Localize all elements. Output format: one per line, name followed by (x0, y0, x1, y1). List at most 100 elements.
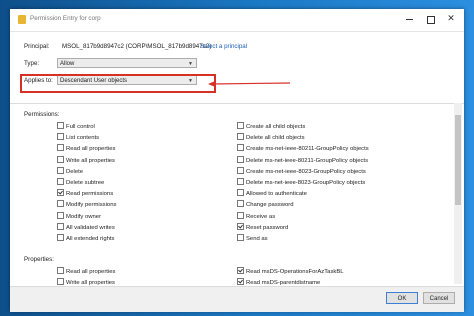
permission-left-item[interactable]: Delete subtree (57, 178, 104, 186)
permission-left-item[interactable]: Modify permissions (57, 200, 116, 208)
permission-left-label: Read permissions (66, 191, 114, 198)
permission-left-item[interactable]: Full control (57, 122, 95, 130)
permission-left-item[interactable]: Delete (57, 166, 84, 175)
permission-left-item[interactable]: Read all properties (57, 144, 115, 152)
permission-left-label: Delete subtree (66, 180, 105, 186)
permission-left-label: All extended rights (66, 236, 115, 242)
permission-right-label: Allowed to authenticate (246, 191, 307, 198)
property-right-label: Read msDS-parentdistname (246, 280, 321, 285)
permission-right-item[interactable]: Create ms-net-ieee-80211-GroupPolicy obj… (237, 144, 369, 152)
permission-right-label: Delete all child objects (246, 135, 305, 142)
permissions-heading: Permissions: (24, 111, 60, 118)
permission-right-label: Delete ms-net-ieee-8023-GroupPolicy obje… (246, 180, 366, 186)
permission-left-checkbox[interactable] (57, 211, 64, 219)
permission-right-item[interactable]: Delete ms-net-ieee-8023-GroupPolicy obje… (237, 178, 365, 186)
property-left-checkbox[interactable] (57, 267, 64, 274)
permission-right-checkbox[interactable] (237, 178, 244, 185)
permission-right-label: Create ms-net-ieee-8023-GroupPolicy obje… (246, 168, 366, 175)
permission-right-checkbox[interactable] (237, 234, 244, 241)
permissions-panel: Permissions: Properties: Full control Lis… (10, 103, 464, 285)
permission-left-checkbox[interactable] (57, 155, 64, 163)
scrollbar-thumb[interactable] (455, 115, 461, 205)
permission-left-item[interactable]: Read permissions (57, 189, 113, 197)
permission-right-label: Delete ms-net-ieee-80211-GroupPolicy obj… (246, 157, 369, 164)
permission-right-item[interactable]: Create all child objects (237, 122, 305, 130)
property-left-label: Write all properties (66, 280, 115, 285)
property-right-label: Read msDS-OperationsForAzTaskBL (246, 269, 344, 275)
permission-right-checkbox[interactable] (237, 122, 244, 129)
permission-left-item[interactable]: Modify owner (57, 211, 102, 220)
permission-left-label: Read all properties (66, 146, 116, 153)
permission-right-label: Receive as (246, 213, 276, 220)
property-right-checkbox[interactable] (237, 267, 244, 274)
permission-right-checkbox[interactable] (237, 166, 244, 174)
permission-left-label: Write all properties (66, 157, 115, 164)
permission-right-item[interactable]: Allowed to authenticate (237, 189, 307, 197)
property-right-item[interactable]: Read msDS-OperationsForAzTaskBL (237, 267, 344, 275)
permission-left-item[interactable]: All extended rights (57, 234, 114, 242)
permission-right-checkbox[interactable] (237, 144, 244, 152)
select-principal-link[interactable]: Select a principal (200, 43, 247, 50)
permission-right-label: Send as (246, 236, 268, 242)
window-title: Permission Entry for corp (30, 15, 101, 22)
properties-heading: Properties: (24, 256, 54, 263)
permission-right-item[interactable]: Change password (237, 200, 293, 208)
permission-right-label: Create ms-net-ieee-80211-GroupPolicy obj… (246, 146, 369, 153)
close-button[interactable]: ✕ (446, 14, 456, 24)
property-right-checkbox[interactable] (237, 278, 244, 285)
principal-value: MSOL_817b9d8947c2 (CORP\MSOL_817b9d8947c… (62, 43, 212, 50)
permission-right-checkbox[interactable] (237, 155, 244, 163)
maximize-button[interactable] (425, 14, 435, 24)
permission-right-checkbox[interactable] (237, 222, 244, 230)
type-select-value: Allow (60, 61, 75, 67)
permission-right-item[interactable]: Receive as (237, 211, 276, 220)
permission-right-item[interactable]: Delete ms-net-ieee-80211-GroupPolicy obj… (237, 155, 369, 164)
chevron-down-icon: ▼ (188, 61, 193, 67)
permission-left-checkbox[interactable] (57, 166, 64, 174)
permission-left-checkbox[interactable] (57, 178, 64, 185)
permission-left-checkbox[interactable] (57, 200, 64, 208)
cancel-button[interactable]: Cancel (423, 292, 455, 304)
property-right-item[interactable]: Read msDS-parentdistname (237, 278, 320, 285)
permission-right-checkbox[interactable] (237, 211, 244, 219)
folder-icon (18, 15, 26, 24)
permission-right-label: Reset password (246, 224, 289, 231)
permission-left-item[interactable]: All validated writes (57, 222, 115, 231)
permission-left-label: All validated writes (66, 224, 115, 231)
permission-left-label: Modify permissions (66, 202, 117, 209)
permission-right-item[interactable]: Delete all child objects (237, 133, 305, 141)
permission-left-label: Full control (66, 124, 95, 130)
permission-right-checkbox[interactable] (237, 200, 244, 208)
permission-left-checkbox[interactable] (57, 133, 64, 141)
property-left-item[interactable]: Read all properties (57, 267, 115, 275)
applies-to-highlight-box (20, 74, 216, 93)
permission-right-label: Create all child objects (246, 124, 306, 130)
permission-left-label: List contents (66, 135, 100, 142)
property-left-checkbox[interactable] (57, 278, 64, 285)
permission-left-checkbox[interactable] (57, 222, 64, 230)
permission-right-item[interactable]: Send as (237, 234, 268, 242)
permission-left-checkbox[interactable] (57, 144, 64, 152)
ok-button[interactable]: OK (386, 292, 418, 304)
property-left-item[interactable]: Write all properties (57, 278, 115, 285)
title-bar: Permission Entry for corp ✕ (10, 9, 464, 32)
type-label: Type: (24, 60, 40, 67)
permission-left-item[interactable]: Write all properties (57, 155, 115, 164)
minimize-button[interactable] (404, 14, 414, 24)
permission-left-checkbox[interactable] (57, 234, 64, 241)
permission-left-label: Modify owner (66, 213, 102, 220)
type-select[interactable]: Allow ▼ (57, 58, 197, 68)
permission-left-checkbox[interactable] (57, 122, 64, 129)
permission-right-checkbox[interactable] (237, 133, 244, 141)
permission-right-item[interactable]: Create ms-net-ieee-8023-GroupPolicy obje… (237, 166, 366, 175)
permission-right-checkbox[interactable] (237, 189, 244, 197)
permission-left-label: Delete (66, 168, 84, 175)
property-left-label: Read all properties (66, 269, 116, 275)
permissions-scrollbar[interactable] (454, 103, 462, 284)
permission-left-item[interactable]: List contents (57, 133, 99, 141)
permission-right-label: Change password (246, 202, 294, 209)
permission-left-checkbox[interactable] (57, 189, 64, 197)
annotation-arrow-icon (208, 81, 290, 87)
permission-entry-dialog: Permission Entry for corp ✕ Principal: M… (10, 9, 464, 312)
permission-right-item[interactable]: Reset password (237, 222, 289, 231)
